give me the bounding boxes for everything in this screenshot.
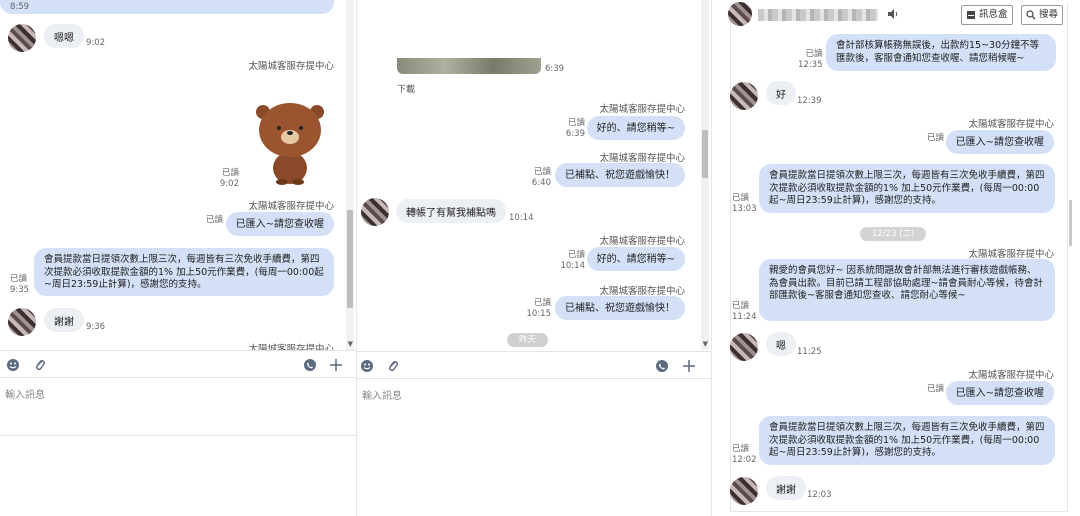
message-bubble-in: 謝謝: [44, 308, 84, 332]
message-bubble-out: 好的、請您稍等~: [586, 247, 685, 271]
message-bubble-out: 親愛的會員您好~ 因系統問題故會計部無法進行審核遊戲帳務、為會員出款。目前已請工…: [759, 259, 1055, 321]
message-time: 9:36: [86, 322, 106, 332]
scroll-down-arrow[interactable]: ▼: [348, 340, 353, 348]
sender-name: 太陽城客服存提中心: [599, 286, 685, 297]
message-bubble-in: 轉帳了有幫我補點嗎: [396, 199, 506, 223]
message-meta: 已讀 12:35: [798, 49, 823, 70]
sender-name: 太陽城客服存提中心: [968, 119, 1054, 130]
avatar[interactable]: [730, 333, 758, 361]
add-icon[interactable]: [682, 359, 696, 373]
emoji-icon[interactable]: [360, 359, 374, 373]
message-bubble-in: 嗯: [766, 332, 796, 356]
speaker-icon[interactable]: [887, 8, 899, 20]
message-bubble-clipped: [0, 0, 334, 14]
message-bubble-out: 好的、請您稍等~: [586, 116, 685, 140]
message-meta: 已讀 6:39: [565, 118, 585, 139]
message-bubble-in: 好: [766, 81, 796, 105]
message-meta: 已讀 12:02: [732, 444, 757, 465]
scrollbar[interactable]: [346, 0, 354, 350]
input-toolbar: [0, 350, 356, 378]
message-bubble-out: 會員提款當日提領次數上限三次，每週皆有三次免收手續費，第四次提款必須收取提款金額…: [34, 248, 334, 296]
message-meta: 已讀 10:15: [526, 298, 552, 319]
message-bubble-out: 已匯入~請您查收喔: [945, 381, 1054, 405]
message-time: 12:03: [807, 490, 832, 500]
avatar[interactable]: [8, 24, 36, 52]
download-link[interactable]: 下載: [397, 82, 415, 95]
sender-name: 太陽城客服存提中心: [599, 153, 685, 164]
message-meta: 已讀 13:03: [732, 193, 757, 214]
contact-name-blurred: [758, 9, 878, 21]
message-meta: 已讀 6:40: [531, 167, 551, 188]
message-bubble-out: 已補點、祝您遊戲愉快！: [555, 163, 685, 187]
avatar[interactable]: [730, 82, 758, 110]
inbox-icon: [967, 11, 975, 19]
scrollbar[interactable]: [701, 0, 709, 350]
chat-pane-right: 訊息盒 搜尋 已讀 12:35 會計部核算帳務無誤後，出款約15~30分鐘不等匯款…: [712, 0, 1080, 516]
add-icon[interactable]: [329, 358, 343, 372]
message-bubble-out: 會員提款當日提領次數上限三次，每週皆有三次免收手續費，第四次提款必須收取提款金額…: [759, 416, 1055, 465]
sender-name: 太陽城客服存提中心: [248, 61, 334, 72]
message-bubble-out: 已匯入~請您查收喔: [225, 212, 334, 236]
sender-name: 太陽城客服存提中心: [968, 249, 1054, 260]
sender-name: 太陽城客服存提中心: [599, 236, 685, 247]
attachment-icon[interactable]: [33, 358, 47, 372]
message-bubble-in: 謝謝: [766, 476, 806, 500]
message-time: 11:25: [797, 347, 822, 357]
attachment-icon[interactable]: [386, 359, 400, 373]
search-button[interactable]: 搜尋: [1021, 5, 1064, 25]
read-receipt: 已讀: [205, 215, 223, 225]
avatar[interactable]: [361, 198, 389, 226]
message-meta: 已讀 10:14: [560, 250, 586, 271]
search-icon: [1026, 10, 1036, 20]
chat-pane-middle: 6:39 下載 太陽城客服存提中心 已讀 6:39 好的、請您稍等~ 太陽城客服存…: [357, 0, 712, 516]
avatar[interactable]: [8, 308, 36, 336]
message-meta: 已讀 11:24: [732, 301, 757, 322]
scrollbar-thumb[interactable]: [347, 210, 353, 308]
message-meta: 已讀 9:02: [219, 168, 239, 189]
chat-pane-left: 8:59 嗯嗯 9:02 太陽城客服存提中心 已讀 9:02 太陽城客服存提中心 …: [0, 0, 357, 516]
scroll-down-arrow[interactable]: ▼: [703, 340, 708, 348]
message-bubble-out: 已補點、祝您遊戲愉快！: [555, 296, 685, 320]
sender-name: 太陽城客服存提中心: [248, 201, 334, 212]
image-message[interactable]: [397, 58, 541, 74]
message-time: 10:14: [509, 213, 534, 223]
message-input[interactable]: 輸入訊息: [357, 379, 711, 437]
inbox-button[interactable]: 訊息盒: [961, 5, 1013, 25]
voice-call-icon[interactable]: [655, 359, 669, 373]
message-bubble-out: 會員提款當日提領次數上限三次，每週皆有三次免收手續費，第四次提款必須收取提款金額…: [759, 164, 1055, 213]
date-separator: 昨天: [507, 333, 549, 347]
voice-call-icon[interactable]: [303, 358, 317, 372]
input-toolbar: [357, 351, 711, 379]
sender-name: 太陽城客服存提中心: [968, 370, 1054, 381]
emoji-icon[interactable]: [6, 358, 20, 372]
scrollbar-thumb[interactable]: [1069, 200, 1072, 246]
sender-name: 太陽城客服存提中心: [599, 104, 685, 115]
avatar[interactable]: [730, 477, 758, 505]
read-receipt: 已讀: [926, 133, 944, 143]
scrollbar-thumb[interactable]: [702, 130, 708, 178]
message-bubble-out: 已匯入~請您查收喔: [945, 130, 1054, 154]
message-time: 8:59: [10, 2, 30, 12]
message-time: 6:39: [545, 64, 565, 74]
message-input[interactable]: 輸入訊息: [0, 378, 356, 436]
message-bubble-out: 會計部核算帳務無誤後，出款約15~30分鐘不等匯款後，客服會通知您查收喔、請您稍…: [826, 34, 1056, 71]
read-receipt: 已讀: [926, 384, 944, 394]
message-time: 12:39: [797, 96, 822, 106]
message-time: 9:02: [86, 38, 106, 48]
contact-avatar[interactable]: [728, 2, 752, 26]
message-bubble-in: 嗯嗯: [44, 24, 84, 48]
date-separator: 12/23 (二): [860, 227, 927, 241]
message-meta: 已讀 9:35: [10, 274, 30, 295]
bear-sticker: [256, 103, 324, 185]
